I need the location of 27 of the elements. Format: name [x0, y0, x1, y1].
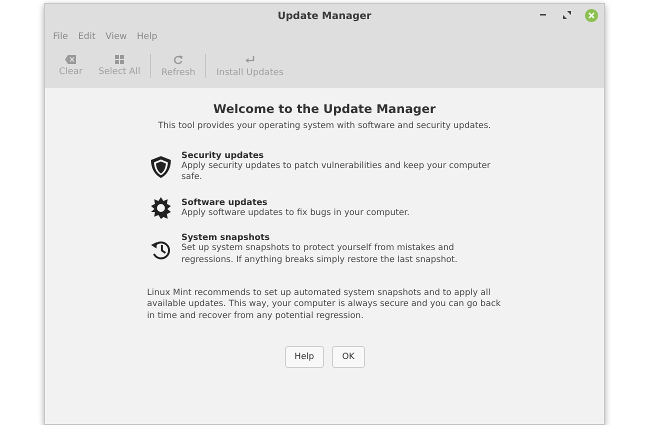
history-icon	[150, 238, 172, 261]
welcome-subtitle: This tool provides your operating system with software and security updates.	[158, 121, 491, 131]
menu-item[interactable]: View	[106, 32, 127, 42]
feature-title: Security updates	[181, 151, 265, 161]
maximize-icon	[563, 11, 571, 19]
feature-title: System snapshots	[181, 233, 271, 244]
backspace-icon	[65, 55, 76, 64]
maximize-button[interactable]	[560, 8, 574, 22]
shield-icon	[150, 155, 172, 180]
feature-description: Apply software updates to fix bugs in your computer.	[181, 208, 411, 219]
feature-description: Apply security updates to patch vulnerabilities and keep your computer safe.	[181, 161, 492, 184]
minimize-icon	[540, 14, 546, 16]
welcome-heading: Welcome to the Update Manager	[213, 102, 436, 116]
refresh-icon	[173, 54, 184, 64]
menu-item[interactable]: Help	[136, 32, 158, 42]
dialog-button[interactable]: OK	[332, 346, 364, 368]
grid-icon	[114, 55, 124, 64]
enter-icon	[244, 54, 255, 64]
window-title: Update Manager	[278, 10, 372, 22]
recommendation-text: Linux Mint recommends to set up automated system snapshots and to apply all available updates. This way, your computer is always secure and you can go back in time and recover from any potential regression.	[147, 288, 502, 322]
close-icon	[584, 8, 598, 22]
menu-item[interactable]: Edit	[78, 32, 96, 42]
dialog-button[interactable]: Help	[284, 346, 324, 368]
feature-title: Software updates	[181, 198, 268, 208]
menu-item[interactable]: File	[53, 32, 68, 42]
gear-icon	[150, 197, 172, 220]
feature-description: Set up system snapshots to protect yourself from mistakes and regressions. If anything breaks simply restore the last snapshot.	[181, 243, 459, 266]
